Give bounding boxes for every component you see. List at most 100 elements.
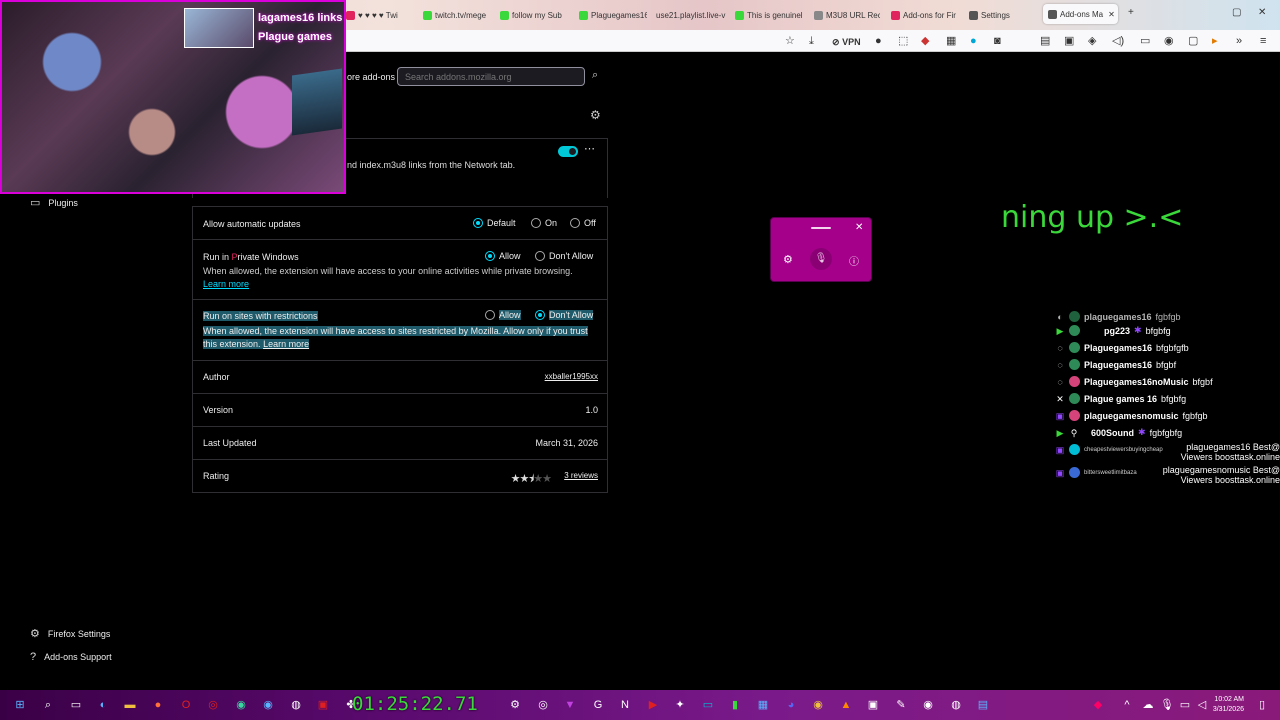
close-icon[interactable]: ✕ bbox=[855, 222, 863, 233]
private-allow-radio[interactable]: Allow bbox=[485, 251, 521, 261]
extension-icon[interactable]: ▦ bbox=[946, 35, 956, 47]
microphone-icon[interactable]: 🎙 bbox=[810, 248, 832, 270]
tab-9[interactable]: Settings bbox=[969, 6, 1033, 24]
bookmark-star-icon[interactable]: ☆ bbox=[785, 35, 795, 47]
restricted-learn-more-link[interactable]: Learn more bbox=[263, 339, 309, 349]
gear-icon[interactable]: ⚙ bbox=[590, 108, 601, 122]
network-icon[interactable]: ▭ bbox=[1178, 698, 1192, 712]
author-link[interactable]: xxballer1995xx bbox=[545, 372, 598, 381]
extension-icon[interactable]: ◉ bbox=[1164, 35, 1174, 47]
tab-4[interactable]: Plaguegames16 bbox=[579, 6, 647, 24]
app-icon[interactable]: ◍ bbox=[949, 698, 963, 712]
extension-icon[interactable]: ◈ bbox=[1088, 35, 1096, 47]
tab-1[interactable]: ♥ ♥ ♥ ♥ Twi bbox=[346, 6, 412, 24]
private-learn-more-link[interactable]: Learn more bbox=[203, 279, 249, 289]
auto-update-off-radio[interactable]: Off bbox=[570, 218, 596, 228]
app-icon[interactable]: ▣ bbox=[866, 698, 880, 712]
app-icon[interactable]: G bbox=[591, 698, 605, 712]
gear-icon[interactable]: ⚙ bbox=[783, 253, 793, 266]
app-icon[interactable]: N bbox=[618, 698, 632, 712]
firefox-icon[interactable]: ● bbox=[151, 698, 165, 712]
new-tab-icon[interactable]: + bbox=[1128, 7, 1134, 18]
app-icon[interactable]: ◎ bbox=[536, 698, 550, 712]
start-icon[interactable]: ⊞ bbox=[13, 698, 27, 712]
stream-timer: 01:25:22.71 bbox=[352, 693, 478, 715]
app-icon[interactable]: ◎ bbox=[206, 698, 220, 712]
app-icon[interactable]: ◉ bbox=[921, 698, 935, 712]
app-icon[interactable]: ◐ bbox=[96, 698, 110, 712]
more-options-button[interactable]: ⋯ bbox=[584, 142, 595, 155]
app-icon[interactable]: ◉ bbox=[261, 698, 275, 712]
auto-update-on-radio[interactable]: On bbox=[531, 218, 557, 228]
sidebar-item-firefox-settings[interactable]: ⚙ Firefox Settings bbox=[30, 627, 110, 640]
tab-5[interactable]: use21.playlist.live-v bbox=[656, 6, 726, 24]
downloads-icon[interactable]: ⤓ bbox=[809, 35, 814, 47]
app-icon[interactable]: ✦ bbox=[673, 698, 687, 712]
reviews-link[interactable]: 3 reviews bbox=[564, 471, 598, 480]
extension-icon[interactable]: ⬚ bbox=[898, 35, 908, 47]
sidebar-item-plugins[interactable]: ▭ Plugins bbox=[30, 196, 78, 209]
drag-handle[interactable] bbox=[811, 227, 831, 229]
tab-8[interactable]: Add-ons for Fir bbox=[891, 6, 959, 24]
chrome-icon[interactable]: ◉ bbox=[811, 698, 825, 712]
app-icon[interactable]: ▤ bbox=[976, 698, 990, 712]
tab-favicon-icon bbox=[969, 10, 978, 20]
extension-icon[interactable]: ▤ bbox=[1040, 35, 1050, 47]
file-explorer-icon[interactable]: ▬ bbox=[123, 698, 137, 712]
extension-icon[interactable]: ● bbox=[875, 35, 882, 47]
extension-icon[interactable]: ▢ bbox=[1188, 35, 1198, 47]
notifications-bell-icon[interactable]: ▯ bbox=[1255, 698, 1269, 712]
tab-active-addons-manager[interactable]: Add-ons Ma ✕ bbox=[1043, 4, 1118, 24]
screenshot-icon[interactable]: ◙ bbox=[994, 35, 1001, 47]
app-icon[interactable]: ▶ bbox=[646, 698, 660, 712]
auto-update-default-radio[interactable]: Default bbox=[473, 218, 516, 228]
tab-6[interactable]: This is genuinel bbox=[735, 6, 803, 24]
restricted-dont-allow-radio[interactable]: Don't Allow bbox=[535, 310, 594, 320]
cloud-icon[interactable]: ☁ bbox=[1141, 698, 1155, 712]
addon-enable-toggle[interactable] bbox=[558, 146, 578, 157]
help-icon[interactable]: ⓘ bbox=[849, 253, 859, 268]
volume-icon[interactable]: ◁ bbox=[1195, 698, 1209, 712]
tab-7[interactable]: M3U8 URL Rec bbox=[814, 6, 880, 24]
restricted-allow-radio[interactable]: Allow bbox=[485, 310, 521, 320]
app-icon[interactable]: ▣ bbox=[316, 698, 330, 712]
app-icon[interactable]: ✎ bbox=[894, 698, 908, 712]
rating-row: Rating ★★⯨★★ 3 reviews bbox=[193, 459, 607, 492]
private-dont-allow-radio[interactable]: Don't Allow bbox=[535, 251, 593, 261]
app-icon[interactable]: ▼ bbox=[563, 698, 577, 712]
vpn-button[interactable]: ⊘ VPN bbox=[832, 36, 861, 48]
audio-icon[interactable]: ◁) bbox=[1112, 35, 1124, 47]
close-window-icon[interactable]: ✕ bbox=[1258, 7, 1266, 18]
vlc-icon[interactable]: ▲ bbox=[839, 698, 853, 712]
app-menu-icon[interactable]: ≡ bbox=[1260, 35, 1266, 47]
overflow-menu-icon[interactable]: » bbox=[1236, 35, 1242, 47]
chevron-up-icon[interactable]: ^ bbox=[1120, 698, 1134, 712]
tab-3[interactable]: follow my Sub bbox=[500, 6, 568, 24]
app-icon[interactable]: ▭ bbox=[701, 698, 715, 712]
search-input[interactable] bbox=[397, 67, 585, 86]
chat-message: ✕ Plague games 16 bfgbfg bbox=[1056, 393, 1187, 404]
extension-icon[interactable]: ▭ bbox=[1140, 35, 1150, 47]
settings-icon[interactable]: ⚙ bbox=[508, 698, 522, 712]
notification-icon[interactable]: ◆ bbox=[1091, 698, 1105, 712]
taskbar-clock[interactable]: 10:02 AM 3/31/2026 bbox=[1213, 695, 1244, 715]
restore-window-icon[interactable]: ▢ bbox=[1232, 7, 1241, 18]
microphone-icon[interactable]: 🎙 bbox=[1160, 698, 1174, 712]
opera-icon[interactable]: O bbox=[179, 698, 193, 712]
close-tab-icon[interactable]: ✕ bbox=[1108, 10, 1115, 19]
app-icon[interactable]: ▦ bbox=[756, 698, 770, 712]
search-icon[interactable]: ⌕ bbox=[592, 69, 598, 82]
steam-icon[interactable]: ◍ bbox=[289, 698, 303, 712]
sidebar-item-addons-support[interactable]: ? Add-ons Support bbox=[30, 651, 112, 663]
extension-icon[interactable]: ◆ bbox=[921, 35, 929, 47]
search-icon[interactable]: ⌕ bbox=[41, 698, 55, 712]
edge-icon[interactable]: ◉ bbox=[234, 698, 248, 712]
task-view-icon[interactable]: ▭ bbox=[69, 698, 83, 712]
tab-2[interactable]: twitch.tv/mege bbox=[423, 6, 493, 24]
discord-icon[interactable]: ◕ bbox=[784, 698, 798, 712]
extension-icon[interactable]: ▣ bbox=[1064, 35, 1074, 47]
app-icon[interactable]: ▮ bbox=[728, 698, 742, 712]
extension-icon[interactable]: ● bbox=[970, 35, 977, 47]
extension-icon[interactable]: ▸ bbox=[1212, 35, 1218, 47]
tab-favicon-icon bbox=[891, 10, 900, 20]
